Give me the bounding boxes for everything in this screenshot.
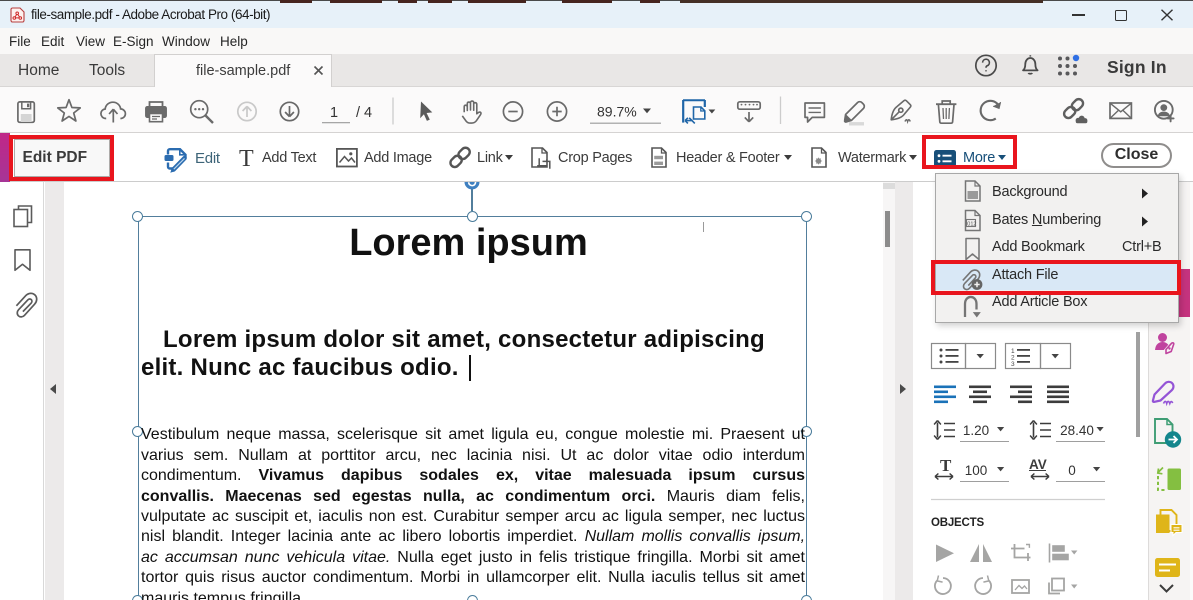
svg-text:T: T xyxy=(239,146,254,172)
svg-text:012: 012 xyxy=(967,222,976,228)
svg-text:1: 1 xyxy=(330,105,338,121)
svg-text:AV: AV xyxy=(1029,457,1047,472)
svg-text:/ 4: / 4 xyxy=(356,105,372,121)
svg-text:T: T xyxy=(940,456,952,475)
svg-text:3: 3 xyxy=(1011,361,1015,368)
svg-text:89.7%: 89.7% xyxy=(597,104,637,120)
